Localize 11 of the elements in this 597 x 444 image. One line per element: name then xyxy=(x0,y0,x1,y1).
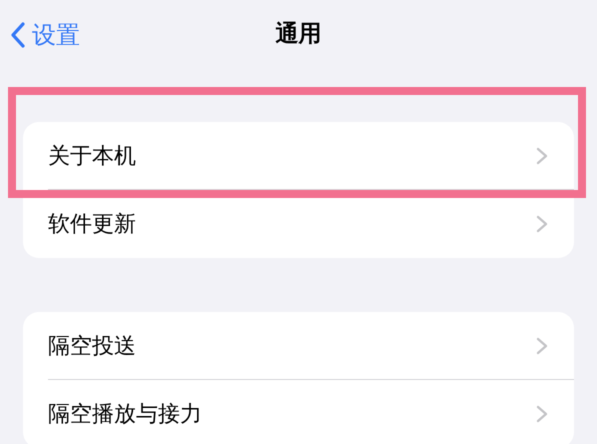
settings-row[interactable]: 关于本机 xyxy=(23,122,574,190)
settings-row[interactable]: 软件更新 xyxy=(23,190,574,258)
chevron-right-icon xyxy=(536,147,548,165)
back-chevron-icon xyxy=(10,22,26,48)
settings-row[interactable]: 隔空播放与接力 xyxy=(23,380,574,444)
back-button[interactable]: 设置 xyxy=(10,18,80,52)
chevron-right-icon xyxy=(536,405,548,423)
chevron-right-icon xyxy=(536,215,548,233)
settings-row[interactable]: 隔空投送 xyxy=(23,312,574,380)
chevron-right-icon xyxy=(536,337,548,355)
page-title: 通用 xyxy=(276,20,322,49)
